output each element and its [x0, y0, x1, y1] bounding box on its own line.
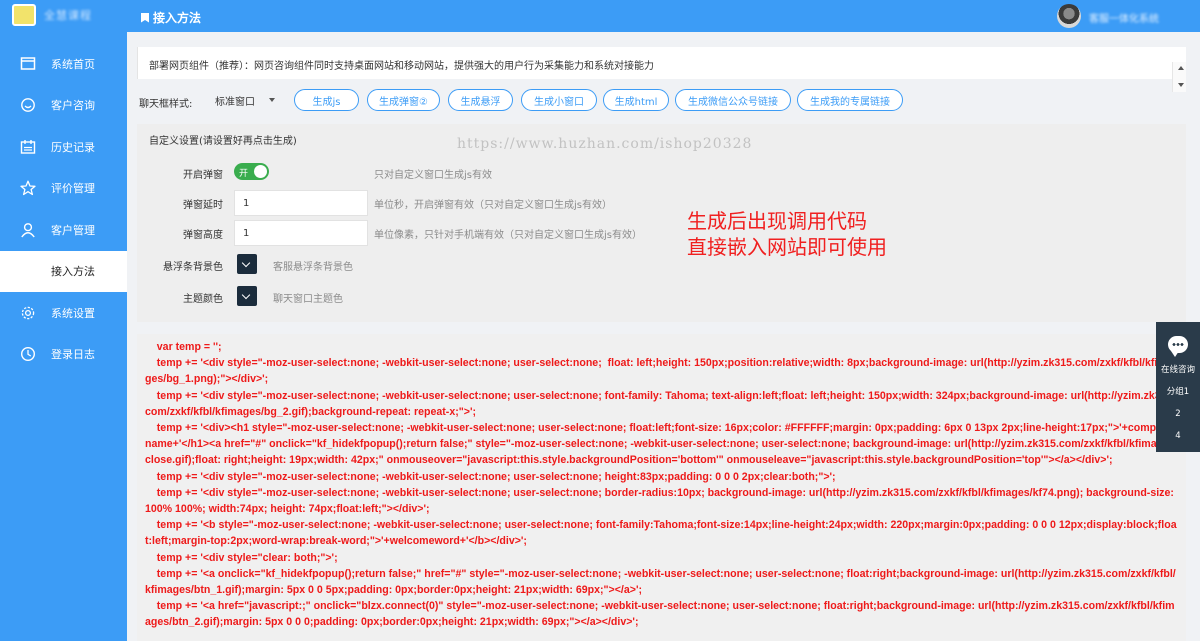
- sidebar-item-label: 登录日志: [51, 348, 95, 362]
- generate-html-button[interactable]: 生成html: [603, 89, 669, 111]
- float-bg-label: 悬浮条背景色: [163, 262, 223, 273]
- sidebar-item-label: 系统首页: [51, 57, 95, 71]
- page-title-text: 接入方法: [153, 11, 202, 25]
- theme-label: 主题颜色: [183, 294, 223, 305]
- sidebar-item-label: 客户管理: [51, 223, 95, 237]
- sidebar-item-consult[interactable]: 客户咨询: [0, 85, 127, 127]
- online-consult-widget[interactable]: 在线咨询 分组1 2 4: [1156, 322, 1200, 452]
- generate-float-button[interactable]: 生成悬浮: [448, 89, 513, 111]
- sidebar-item-label: 接入方法: [51, 265, 95, 279]
- toggle-text: 开: [239, 169, 249, 179]
- generate-popup-button[interactable]: 生成弹窗②: [367, 89, 440, 111]
- code-line: temp += '<a onclick="kf_hidekfpopup();re…: [145, 567, 1176, 597]
- scrollbar[interactable]: [1172, 62, 1186, 92]
- chat-icon: [1168, 336, 1188, 357]
- popup-toggle[interactable]: 开: [234, 163, 269, 180]
- annotation-line-1: 生成后出现调用代码: [687, 209, 867, 233]
- custom-settings-panel: 自定义设置(请设置好再点击生成) https://www.huzhan.com/…: [137, 124, 1186, 322]
- sidebar-item-settings[interactable]: 系统设置: [0, 292, 127, 334]
- chevron-down-icon: [241, 290, 251, 300]
- height-hint: 单位像素，只针对手机端有效（只对自定义窗口生成js有效）: [374, 230, 642, 241]
- logo-icon: [12, 4, 36, 26]
- style-row: 聊天框样式: 标准窗口 生成js 生成弹窗② 生成悬浮 生成小窗口 生成html…: [137, 89, 1187, 111]
- window-icon: [20, 57, 36, 70]
- code-line: temp += '<a href="javascript:;" onclick=…: [145, 600, 1175, 629]
- code-line: temp += '<div><h1 style="-moz-user-selec…: [145, 422, 1178, 467]
- style-select-value: 标准窗口: [215, 97, 255, 108]
- sidebar-item-history[interactable]: 历史记录: [0, 126, 127, 168]
- code-line: temp += '<div style="-moz-user-select:no…: [145, 357, 1173, 386]
- sidebar-item-label: 历史记录: [51, 140, 95, 154]
- clock-icon: [20, 347, 36, 362]
- sidebar-item-integration[interactable]: 接入方法: [0, 250, 127, 292]
- annotation-line-2: 直接嵌入网站即可使用: [687, 235, 887, 259]
- logo-text: 全慧课程: [44, 9, 92, 22]
- sidebar-item-label: 系统设置: [51, 306, 95, 320]
- chevron-down-icon: [269, 98, 275, 102]
- sidebar-item-customers[interactable]: 客户管理: [0, 209, 127, 251]
- avatar[interactable]: [1057, 4, 1081, 28]
- code-line: temp += '<div style="-moz-user-select:no…: [145, 389, 1176, 418]
- user-icon: [21, 222, 35, 238]
- annotation-text: 生成后出现调用代码 直接嵌入网站即可使用: [687, 208, 887, 260]
- float-bg-hint: 客服悬浮条背景色: [273, 262, 353, 273]
- height-label: 弹窗高度: [183, 230, 223, 241]
- watermark: https://www.huzhan.com/ishop20328: [457, 136, 753, 152]
- float-bg-row: 悬浮条背景色 客服悬浮条背景色: [137, 252, 737, 278]
- toggle-knob: [254, 165, 267, 178]
- sidebar-item-label: 评价管理: [51, 182, 95, 196]
- code-output[interactable]: var temp = ''; temp += '<div style="-moz…: [137, 334, 1186, 641]
- scroll-down-icon[interactable]: [1178, 83, 1184, 87]
- header-bar: 接入方法 客服一体化系统: [127, 0, 1200, 32]
- generate-exclusive-link-button[interactable]: 生成我的专属链接: [797, 89, 903, 111]
- delay-input[interactable]: 1: [234, 190, 368, 216]
- calendar-icon: [20, 139, 36, 154]
- style-select[interactable]: 标准窗口: [215, 91, 287, 109]
- generate-small-window-button[interactable]: 生成小窗口: [521, 89, 597, 111]
- sidebar-item-login-log[interactable]: 登录日志: [0, 334, 127, 376]
- code-line: temp += '<div style="clear: both;">';: [145, 551, 338, 564]
- panel-title: 自定义设置(请设置好再点击生成): [149, 136, 297, 147]
- username[interactable]: 客服一体化系统: [1089, 10, 1159, 25]
- code-line: temp += '<div style="-moz-user-select:no…: [145, 486, 1174, 516]
- theme-color-picker[interactable]: [237, 286, 257, 306]
- description-text: 部署网页组件（推荐）：网页咨询组件同时支持桌面网站和移动网站，提供强大的用户行为…: [149, 61, 654, 72]
- star-icon: [20, 180, 36, 196]
- main-content: 部署网页组件（推荐）：网页咨询组件同时支持桌面网站和移动网站，提供强大的用户行为…: [127, 32, 1200, 641]
- widget-label: 在线咨询: [1160, 365, 1195, 375]
- height-input[interactable]: 1: [234, 220, 368, 246]
- delay-label: 弹窗延时: [183, 200, 223, 211]
- chat-bubble-icon: [21, 98, 35, 113]
- sidebar-item-reviews[interactable]: 评价管理: [0, 168, 127, 210]
- description-box: 部署网页组件（推荐）：网页咨询组件同时支持桌面网站和移动网站，提供强大的用户行为…: [137, 47, 1186, 92]
- popup-label: 开启弹窗: [183, 170, 223, 181]
- scroll-up-icon[interactable]: [1178, 66, 1184, 70]
- widget-group[interactable]: 分组1: [1156, 381, 1200, 403]
- code-line: var temp = '';: [145, 341, 222, 353]
- logo: 全慧课程: [0, 0, 127, 30]
- widget-count-1: 2: [1175, 409, 1181, 419]
- delay-row: 弹窗延时 1 单位秒，开启弹窗有效（只对自定义窗口生成js有效）: [137, 190, 737, 216]
- bookmark-icon: [141, 12, 149, 23]
- theme-hint: 聊天窗口主题色: [273, 294, 343, 305]
- sidebar-item-home[interactable]: 系统首页: [0, 43, 127, 85]
- chevron-down-icon: [241, 258, 251, 268]
- sidebar: 全慧课程 系统首页 客户咨询 历史记录 评价管理 客户管理 接入方法 系统设置 …: [0, 0, 127, 641]
- float-bg-color-picker[interactable]: [237, 254, 257, 274]
- height-row: 弹窗高度 1 单位像素，只针对手机端有效（只对自定义窗口生成js有效）: [137, 220, 737, 246]
- page-title: 接入方法: [141, 9, 201, 26]
- widget-count-2: 4: [1175, 431, 1181, 441]
- sidebar-item-label: 客户咨询: [51, 99, 95, 113]
- gear-icon: [21, 306, 35, 319]
- delay-hint: 单位秒，开启弹窗有效（只对自定义窗口生成js有效）: [374, 200, 612, 211]
- generate-js-button[interactable]: 生成js: [294, 89, 359, 111]
- style-label: 聊天框样式:: [139, 99, 193, 110]
- generate-wechat-link-button[interactable]: 生成微信公众号链接: [675, 89, 791, 111]
- code-line: temp += '<div style="-moz-user-select:no…: [145, 470, 836, 483]
- popup-toggle-row: 开启弹窗 开 只对自定义窗口生成js有效: [137, 160, 737, 186]
- popup-hint: 只对自定义窗口生成js有效: [374, 170, 492, 181]
- code-line: temp += '<b style="-moz-user-select:none…: [145, 519, 1177, 548]
- theme-row: 主题颜色 聊天窗口主题色: [137, 284, 737, 310]
